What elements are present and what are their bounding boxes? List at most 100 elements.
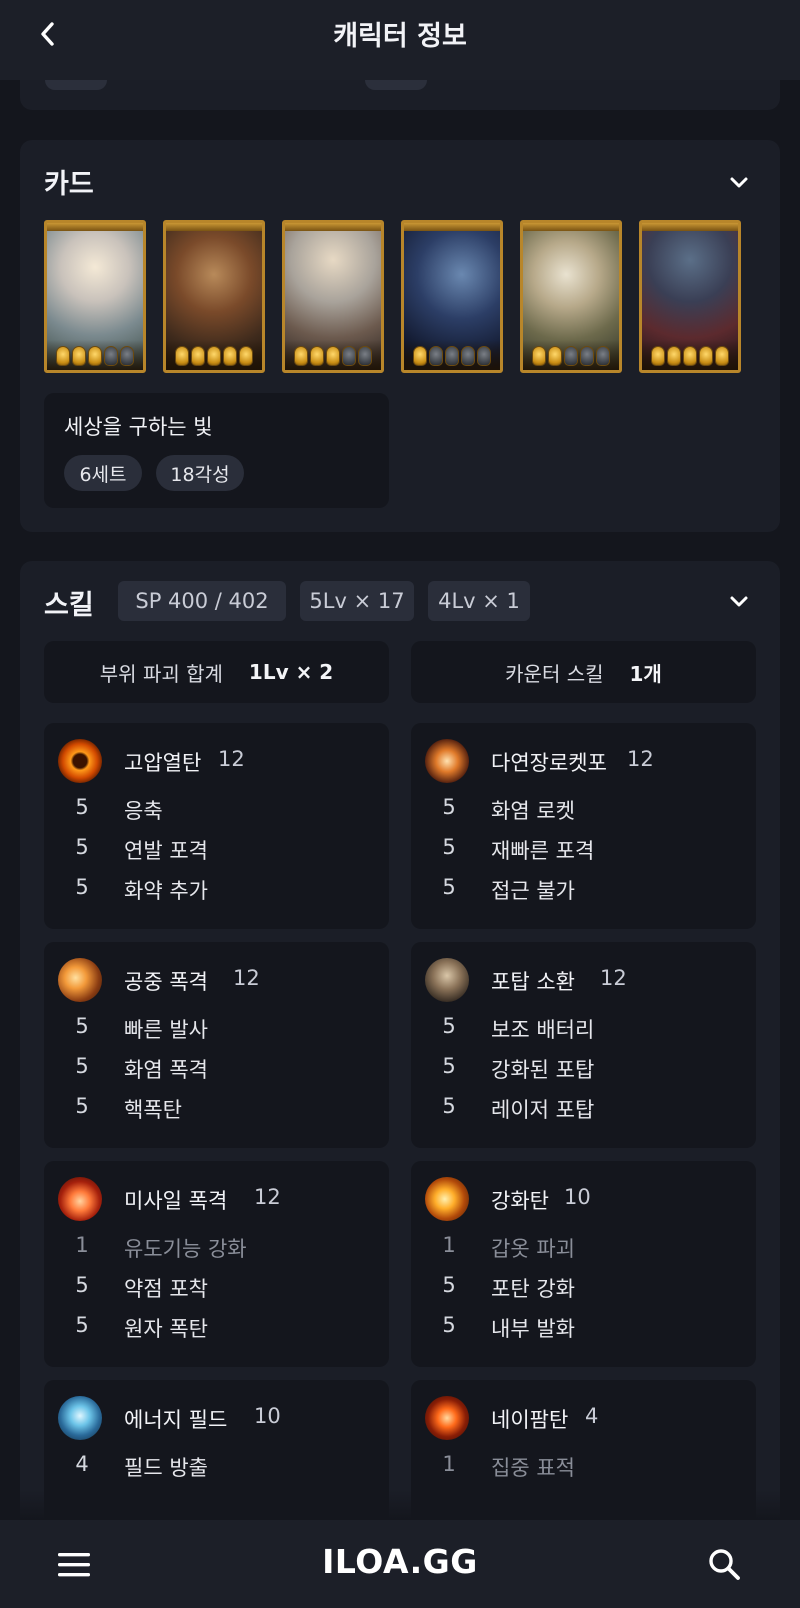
skill-card[interactable]: 강화탄 10 1 갑옷 파괴 5 포탄 강화 5 내부 발화 bbox=[411, 1161, 756, 1367]
skill-section-title: 스킬 bbox=[44, 590, 94, 621]
tripod-row: 4 필드 방출 bbox=[44, 1452, 389, 1484]
skill-card[interactable]: 미사일 폭격 12 1 유도기능 강화 5 약점 포착 5 원자 폭탄 bbox=[44, 1161, 389, 1367]
chevron-down-icon[interactable] bbox=[726, 589, 752, 615]
awakening-gems bbox=[172, 346, 256, 366]
skill-name: 다연장로켓포 bbox=[491, 751, 607, 775]
awakening-gem-empty-icon bbox=[445, 346, 459, 366]
previous-tag bbox=[365, 80, 427, 90]
character-card[interactable] bbox=[163, 220, 265, 373]
awakening-gem-empty-icon bbox=[461, 346, 475, 366]
skill-card[interactable]: 포탑 소환 12 5 보조 배터리 5 강화된 포탑 5 레이저 포탑 bbox=[411, 942, 756, 1148]
tripod-level: 5 bbox=[75, 1313, 89, 1337]
awakening-gems bbox=[410, 346, 494, 366]
awakening-gem-filled-icon bbox=[223, 346, 237, 366]
awakening-gem-filled-icon bbox=[413, 346, 427, 366]
awakening-gems bbox=[648, 346, 732, 366]
site-logo[interactable]: ILOA.GG bbox=[0, 1542, 800, 1581]
tripod-name: 화염 폭격 bbox=[124, 1058, 208, 1082]
page-title: 캐릭터 정보 bbox=[333, 21, 467, 52]
tripod-name: 유도기능 강화 bbox=[124, 1237, 247, 1261]
tripod-row: 1 갑옷 파괴 bbox=[411, 1233, 756, 1265]
awakening-gem-empty-icon bbox=[477, 346, 491, 366]
card-set-box: 세상을 구하는 빛 6세트 18각성 bbox=[44, 393, 389, 508]
skill-level: 12 bbox=[627, 747, 654, 771]
tripod-name: 연발 포격 bbox=[124, 839, 208, 863]
level4-count-badge: 4Lv × 1 bbox=[428, 581, 530, 621]
tripod-row: 5 연발 포격 bbox=[44, 835, 389, 867]
skill-name: 미사일 폭격 bbox=[124, 1189, 228, 1213]
bottom-bar: ILOA.GG bbox=[0, 1520, 800, 1608]
awakening-gem-filled-icon bbox=[72, 346, 86, 366]
tripod-level: 5 bbox=[75, 795, 89, 819]
tripod-name: 보조 배터리 bbox=[491, 1018, 595, 1042]
awakening-gems bbox=[291, 346, 375, 366]
tripod-level: 5 bbox=[75, 1273, 89, 1297]
skill-card[interactable]: 다연장로켓포 12 5 화염 로켓 5 재빠른 포격 5 접근 불가 bbox=[411, 723, 756, 929]
skill-name: 공중 폭격 bbox=[124, 970, 208, 994]
tripod-name: 빠른 발사 bbox=[124, 1018, 208, 1042]
awakening-gem-empty-icon bbox=[120, 346, 134, 366]
tripod-level: 5 bbox=[75, 875, 89, 899]
tripod-name: 재빠른 포격 bbox=[491, 839, 595, 863]
card-frame-top bbox=[404, 223, 500, 231]
tripod-name: 원자 폭탄 bbox=[124, 1317, 208, 1341]
tripod-level: 5 bbox=[442, 1094, 456, 1118]
skill-name: 에너지 필드 bbox=[124, 1408, 228, 1432]
level5-count-badge: 5Lv × 17 bbox=[300, 581, 414, 621]
part-break-label: 부위 파괴 합계 bbox=[99, 661, 223, 686]
awakening-gem-empty-icon bbox=[342, 346, 356, 366]
tripod-level: 5 bbox=[75, 1014, 89, 1038]
character-card[interactable] bbox=[282, 220, 384, 373]
awakening-gem-filled-icon bbox=[239, 346, 253, 366]
tripod-row: 5 원자 폭탄 bbox=[44, 1313, 389, 1345]
tripod-level: 5 bbox=[442, 1313, 456, 1337]
awakening-gem-filled-icon bbox=[294, 346, 308, 366]
tripod-row: 5 빠른 발사 bbox=[44, 1014, 389, 1046]
awakening-gem-filled-icon bbox=[175, 346, 189, 366]
awakening-gem-filled-icon bbox=[548, 346, 562, 366]
tripod-level: 5 bbox=[442, 875, 456, 899]
scroll-fade bbox=[0, 1490, 800, 1520]
tripod-name: 집중 표적 bbox=[491, 1456, 575, 1480]
character-card[interactable] bbox=[401, 220, 503, 373]
energy-field-icon bbox=[58, 1396, 102, 1440]
tripod-row: 1 유도기능 강화 bbox=[44, 1233, 389, 1265]
awakening-gem-empty-icon bbox=[580, 346, 594, 366]
tripod-row: 5 핵폭탄 bbox=[44, 1094, 389, 1126]
counter-skill-value: 1개 bbox=[629, 661, 662, 686]
tripod-name: 핵폭탄 bbox=[124, 1098, 182, 1122]
skill-card[interactable]: 고압열탄 12 5 응축 5 연발 포격 5 화약 추가 bbox=[44, 723, 389, 929]
character-card[interactable] bbox=[639, 220, 741, 373]
awakening-gem-filled-icon bbox=[326, 346, 340, 366]
skill-name: 포탑 소환 bbox=[491, 970, 575, 994]
tripod-level: 5 bbox=[75, 1094, 89, 1118]
tripod-name: 갑옷 파괴 bbox=[491, 1237, 575, 1261]
search-icon[interactable] bbox=[706, 1546, 742, 1582]
card-frame-top bbox=[166, 223, 262, 231]
tripod-level: 1 bbox=[442, 1452, 456, 1476]
chevron-down-icon[interactable] bbox=[726, 170, 752, 196]
tripod-name: 포탄 강화 bbox=[491, 1277, 575, 1301]
tripod-row: 5 강화된 포탑 bbox=[411, 1054, 756, 1086]
tripod-row: 5 화약 추가 bbox=[44, 875, 389, 907]
tripod-name: 접근 불가 bbox=[491, 879, 575, 903]
missile-icon bbox=[58, 1177, 102, 1221]
skill-name: 네이팜탄 bbox=[491, 1408, 569, 1432]
awakening-gem-empty-icon bbox=[429, 346, 443, 366]
character-card[interactable] bbox=[44, 220, 146, 373]
skill-name: 강화탄 bbox=[491, 1189, 549, 1213]
previous-section-panel bbox=[20, 80, 780, 110]
tripod-row: 5 응축 bbox=[44, 795, 389, 827]
set-count-tag: 6세트 bbox=[64, 455, 142, 491]
awakening-tag: 18각성 bbox=[156, 455, 244, 491]
tripod-level: 1 bbox=[442, 1233, 456, 1257]
character-card[interactable] bbox=[520, 220, 622, 373]
tripod-row: 5 레이저 포탑 bbox=[411, 1094, 756, 1126]
skill-name: 고압열탄 bbox=[124, 751, 202, 775]
tripod-row: 5 약점 포착 bbox=[44, 1273, 389, 1305]
skill-card[interactable]: 공중 폭격 12 5 빠른 발사 5 화염 폭격 5 핵폭탄 bbox=[44, 942, 389, 1148]
awakening-gem-filled-icon bbox=[715, 346, 729, 366]
awakening-gem-filled-icon bbox=[683, 346, 697, 366]
skill-level: 4 bbox=[585, 1404, 599, 1428]
part-break-value: 1Lv × 2 bbox=[248, 660, 334, 684]
